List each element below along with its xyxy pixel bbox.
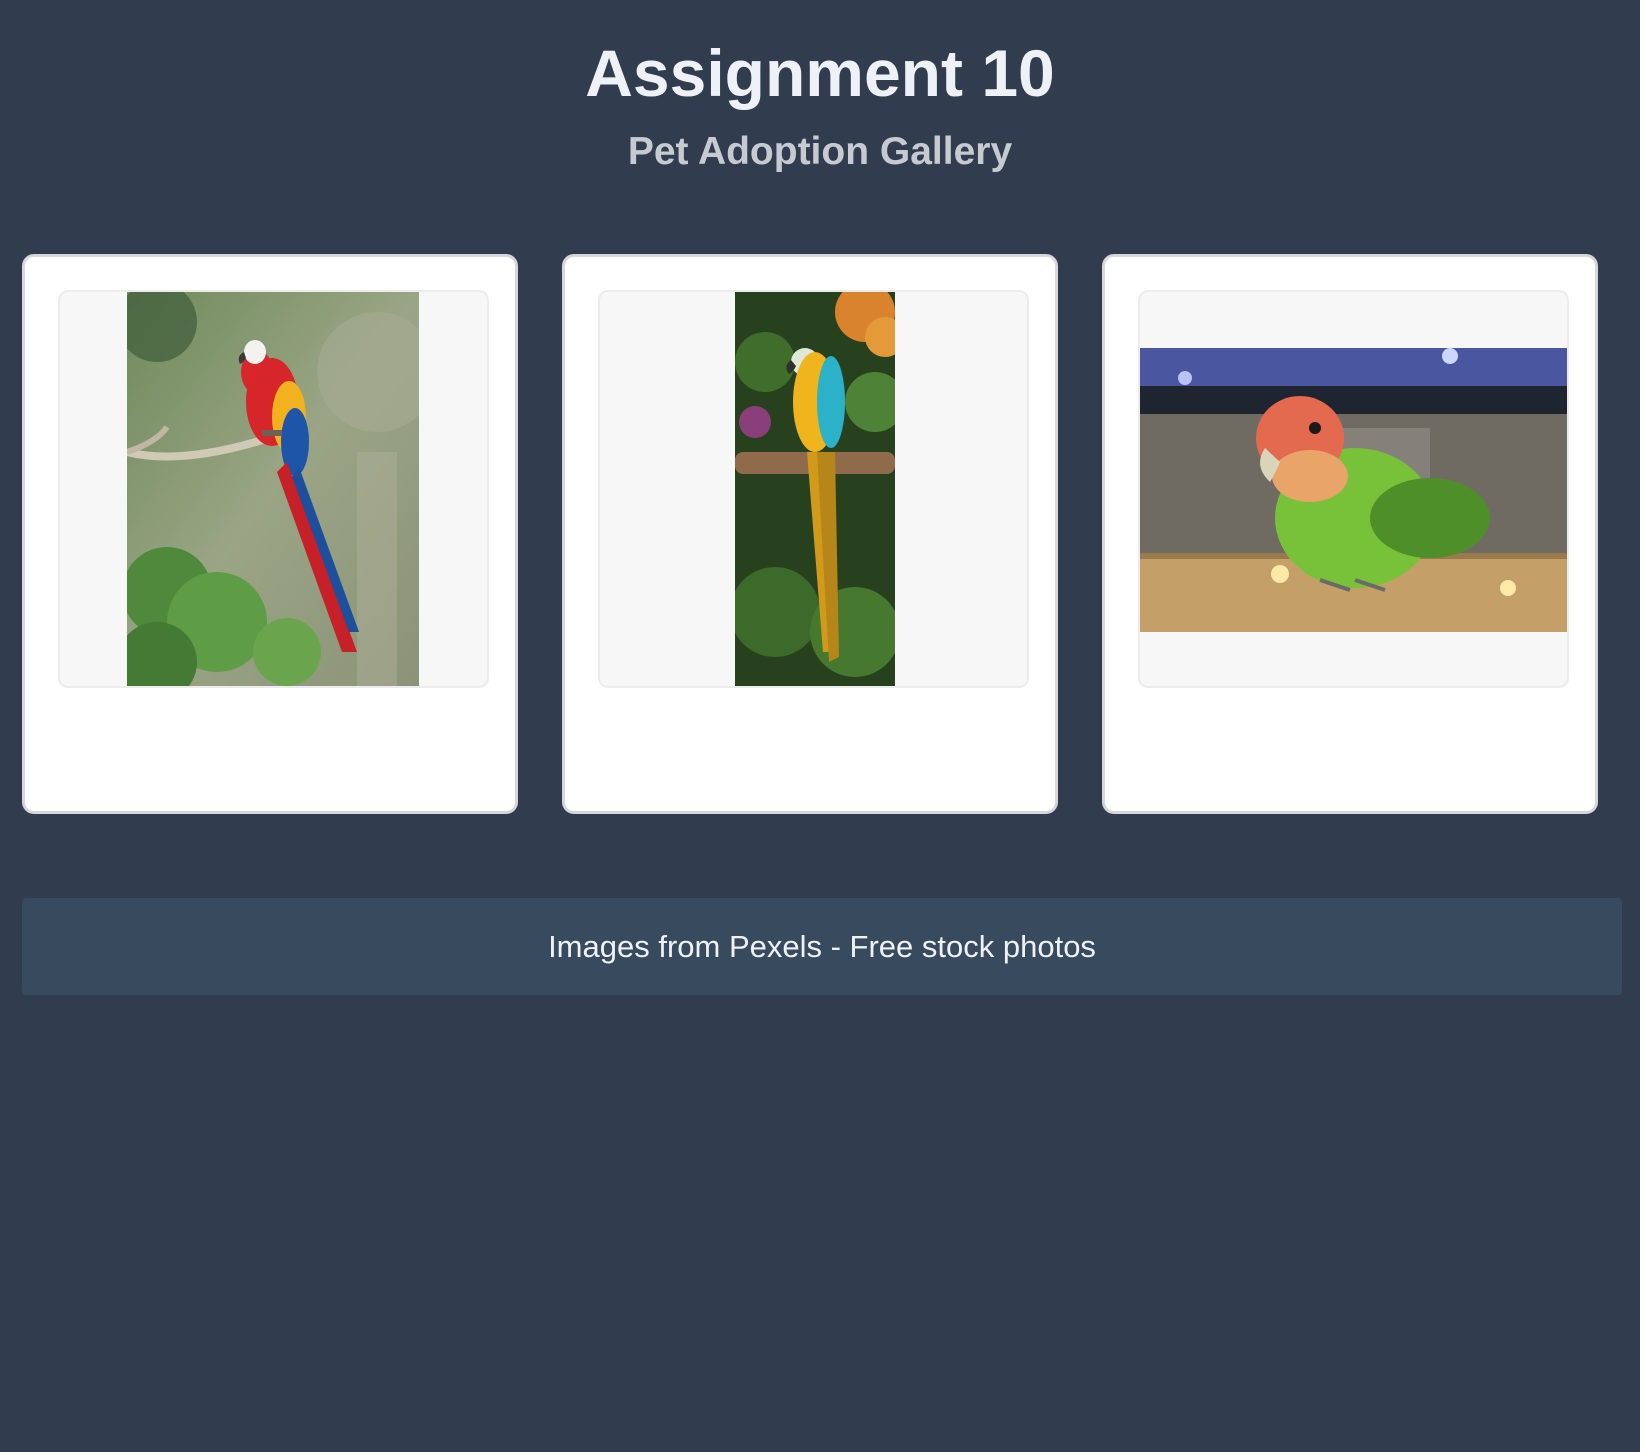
footer-credit: Images from Pexels - Free stock photos [548,929,1096,964]
scarlet-macaw-photo[interactable] [127,292,419,686]
pet-card[interactable] [562,254,1058,814]
pet-card[interactable] [1102,254,1598,814]
footer: Images from Pexels - Free stock photos [22,898,1622,995]
pet-image-frame [598,290,1029,688]
lovebird-photo[interactable] [1140,348,1567,632]
pet-image-frame [1138,290,1569,688]
blue-and-gold-macaw-photo[interactable] [735,292,895,686]
page-title: Assignment 10 [585,36,1055,110]
page-subtitle: Pet Adoption Gallery [627,130,1013,173]
pet-gallery [22,254,1602,818]
pet-card[interactable] [22,254,518,814]
pet-image-frame [58,290,489,688]
